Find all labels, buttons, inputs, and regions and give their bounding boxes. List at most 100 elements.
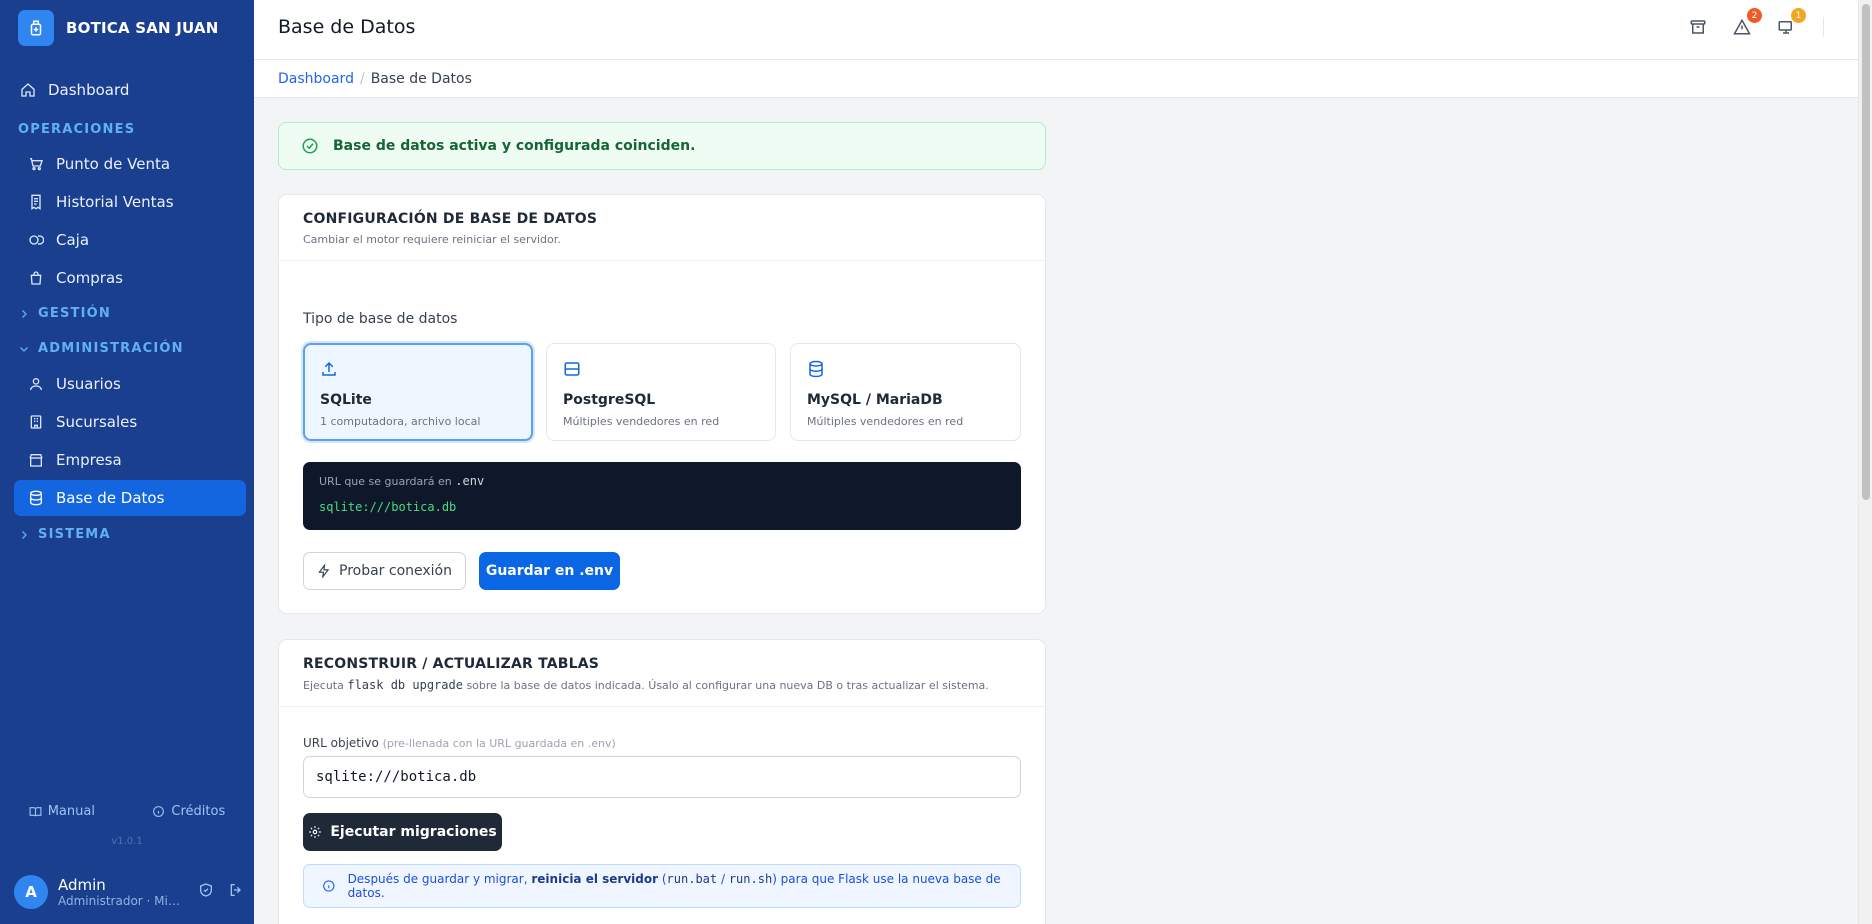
database-icon [30,490,42,506]
subtitle-code: flask db upgrade [347,678,463,692]
breadcrumb-separator: / [359,70,365,87]
creditos-link[interactable]: Créditos [152,804,225,819]
sidebar-item-empresa[interactable]: Empresa [14,442,246,478]
sidebar-item-caja[interactable]: Caja [14,222,246,258]
sidebar-item-label: Caja [56,231,90,249]
home-icon [21,83,35,97]
user-role: Administrador · Mi … [58,894,182,908]
sidebar-item-dashboard[interactable]: Dashboard [14,72,246,108]
db-option-name: MySQL / MariaDB [807,392,943,408]
sidebar-item-label: Sucursales [56,413,138,431]
manual-link[interactable]: Manual [29,804,95,819]
test-connection-label: Probar conexión [339,563,452,579]
users-icon [30,378,42,391]
chevron-right-icon [22,530,27,539]
store-icon [29,454,43,467]
run-migrations-label: Ejecutar migraciones [330,824,497,840]
sidebar-item-label: Base de Datos [56,489,165,507]
save-env-button[interactable]: Guardar en .env [479,552,620,590]
brand-name: BOTICA SAN JUAN [66,19,219,37]
shield-check-icon[interactable] [198,882,214,902]
subtitle-prefix: Ejecuta [303,679,344,692]
cash-register-icon [29,235,44,245]
messages-button[interactable]: 1 [1775,8,1806,38]
alerts-button[interactable]: 2 [1731,8,1762,38]
logout-icon[interactable] [228,882,244,902]
sidebar-item-historial-ventas[interactable]: Historial Ventas [14,184,246,220]
status-alert: Base de datos activa y configurada coinc… [278,122,1046,170]
archive-icon[interactable] [1687,16,1709,38]
db-option-sqlite[interactable]: SQLite 1 computadora, archivo local [303,343,533,441]
restart-info: Después de guardar y migrar, reinicia el… [303,864,1021,908]
info-slash: / [720,872,725,886]
topbar: Base de Datos 2 1 [254,0,1858,60]
scrollbar-thumb[interactable] [1862,4,1870,500]
app-version: v1.0.1 [111,836,143,847]
db-option-postgresql[interactable]: PostgreSQL Múltiples vendedores en red [546,343,776,441]
brand[interactable]: BOTICA SAN JUAN [18,10,219,46]
target-url-hint: (pre-llenada con la URL guardada en .env… [382,737,616,750]
manual-label: Manual [47,804,95,819]
info-icon [323,880,335,892]
page-scrollbar[interactable] [1858,0,1872,924]
target-url-label: URL objetivo (pre-llenada con la URL gua… [303,736,616,750]
info-icon [153,806,165,817]
chevron-down-icon [20,346,28,352]
creditos-label: Créditos [171,804,226,819]
check-circle-icon [302,138,318,154]
breadcrumb: Dashboard / Base de Datos [254,60,1858,98]
receipt-icon [31,194,41,210]
sidebar-item-label: Usuarios [56,375,121,393]
db-option-mysql[interactable]: MySQL / MariaDB Múltiples vendedores en … [790,343,1021,441]
target-url-input[interactable] [303,756,1021,798]
breadcrumb-dashboard-link[interactable]: Dashboard [278,71,354,87]
sidebar-item-compras[interactable]: Compras [14,260,246,296]
sidebar-item-label: Punto de Venta [56,155,171,173]
target-url-label-text: URL objetivo [303,736,379,750]
info-code-run-bat: run.bat [666,872,718,886]
section-administracion-toggle[interactable]: ADMINISTRACIÓN [18,341,184,356]
info-bold: reinicia el servidor [531,872,659,886]
sidebar-item-base-de-datos[interactable]: Base de Datos [14,480,246,516]
avatar[interactable]: A [14,875,48,909]
db-config-card: CONFIGURACIÓN DE BASE DE DATOS Cambiar e… [278,194,1046,614]
db-option-name: SQLite [320,392,372,408]
db-option-desc: Múltiples vendedores en red [563,415,720,428]
info-prefix: Después de guardar y migrar, [347,872,528,886]
sidebar-item-label: Historial Ventas [56,193,174,211]
sidebar-item-sucursales[interactable]: Sucursales [14,404,246,440]
section-label: GESTIÓN [38,306,111,321]
test-connection-button[interactable]: Probar conexión [303,552,466,590]
db-option-desc: 1 computadora, archivo local [320,415,481,428]
server-icon [564,362,580,376]
alerts-badge: 2 [1747,8,1762,23]
db-option-desc: Múltiples vendedores en red [807,415,964,428]
page-title: Base de Datos [278,16,416,38]
upload-icon [322,361,336,376]
env-file-name: .env [455,474,485,488]
cart-icon [30,158,43,171]
env-url-label: URL que se guardará en .env [319,474,1005,488]
card-title: CONFIGURACIÓN DE BASE DE DATOS [303,211,598,227]
gear-icon [309,826,322,838]
run-migrations-button[interactable]: Ejecutar migraciones [303,813,502,851]
env-url-label-text: URL que se guardará en [319,475,452,488]
user-name: Admin [58,876,106,894]
restart-info-text: Después de guardar y migrar, reinicia el… [348,872,1020,900]
sidebar-item-punto-de-venta[interactable]: Punto de Venta [14,146,246,182]
current-user: A Admin Administrador · Mi … [14,872,246,912]
topbar-divider [1823,17,1824,37]
section-gestion-toggle[interactable]: GESTIÓN [18,306,111,321]
sidebar-item-label: Empresa [56,451,122,469]
chevron-right-icon [22,309,27,318]
building-icon [30,415,42,429]
card-header: CONFIGURACIÓN DE BASE DE DATOS Cambiar e… [279,195,1045,261]
db-type-label: Tipo de base de datos [303,311,458,327]
section-sistema-toggle[interactable]: SISTEMA [18,527,111,542]
sidebar-item-usuarios[interactable]: Usuarios [14,366,246,402]
info-code-run-sh: run.sh [728,872,773,886]
card-subtitle: Ejecuta flask db upgrade sobre la base d… [303,678,1021,692]
user-info: Admin Administrador · Mi … [58,876,182,908]
topbar-actions: 2 1 [1687,8,1824,38]
db-option-name: PostgreSQL [563,392,656,408]
